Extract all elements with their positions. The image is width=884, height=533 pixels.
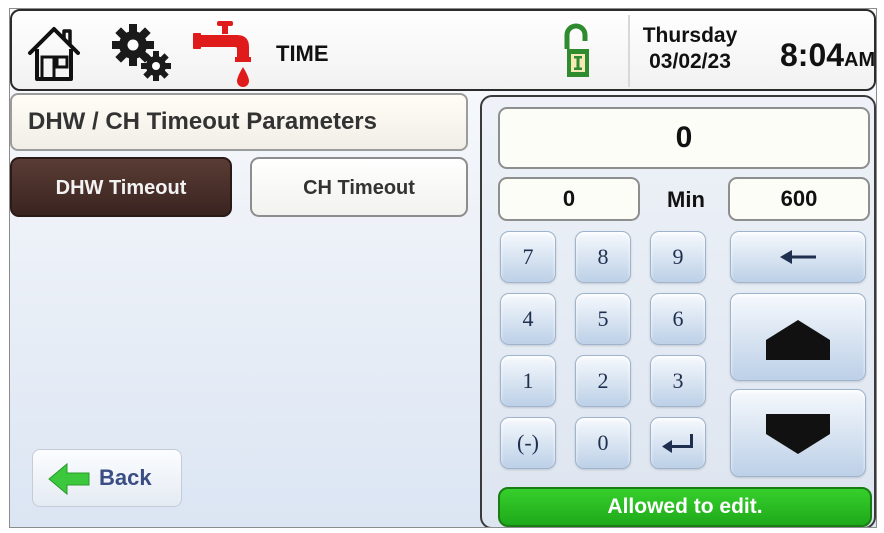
home-icon[interactable] bbox=[26, 23, 82, 83]
range-min-value: 0 bbox=[498, 177, 640, 221]
gears-icon[interactable] bbox=[108, 21, 174, 83]
key-5[interactable]: 5 bbox=[575, 293, 631, 345]
header-divider bbox=[628, 15, 630, 87]
enter-arrow-icon bbox=[651, 418, 705, 468]
key-7[interactable]: 7 bbox=[500, 231, 556, 283]
date-display: Thursday 03/02/23 bbox=[632, 23, 748, 75]
page-title: TIME bbox=[276, 41, 329, 66]
clock-ampm: AM bbox=[844, 49, 876, 71]
range-unit: Min bbox=[667, 187, 705, 212]
keypad-panel: 0 0 Min 600 7 8 9 4 5 6 1 2 3 (-) 0 Allo… bbox=[480, 95, 876, 527]
range-max-value: 600 bbox=[728, 177, 870, 221]
key-9[interactable]: 9 bbox=[650, 231, 706, 283]
key-4[interactable]: 4 bbox=[500, 293, 556, 345]
enter-button[interactable] bbox=[650, 417, 706, 469]
screen: TIME Thursday 03/02/23 8:04AM DHW / CH T… bbox=[9, 8, 877, 528]
key-6[interactable]: 6 bbox=[650, 293, 706, 345]
back-button[interactable]: Back bbox=[32, 449, 182, 507]
key-8[interactable]: 8 bbox=[575, 231, 631, 283]
backspace-button[interactable] bbox=[730, 231, 866, 283]
key-0[interactable]: 0 bbox=[575, 417, 631, 469]
decrement-button[interactable] bbox=[730, 389, 866, 477]
faucet-icon[interactable] bbox=[193, 17, 253, 89]
key-2[interactable]: 2 bbox=[575, 355, 631, 407]
day-label: Thursday bbox=[642, 24, 738, 47]
tab-ch-timeout[interactable]: CH Timeout bbox=[250, 157, 468, 217]
key-negative[interactable]: (-) bbox=[500, 417, 556, 469]
tab-dhw-timeout[interactable]: DHW Timeout bbox=[10, 157, 232, 217]
down-arrow-icon bbox=[731, 390, 865, 476]
increment-button[interactable] bbox=[730, 293, 866, 381]
up-arrow-icon bbox=[731, 294, 865, 380]
value-display: 0 bbox=[498, 107, 870, 169]
back-label: Back bbox=[99, 465, 152, 490]
unlocked-padlock-icon[interactable] bbox=[562, 23, 592, 79]
clock-time: 8:04 bbox=[780, 37, 845, 73]
header-bar: TIME Thursday 03/02/23 8:04AM bbox=[10, 9, 876, 91]
key-3[interactable]: 3 bbox=[650, 355, 706, 407]
backspace-arrow-icon bbox=[731, 232, 865, 282]
section-title: DHW / CH Timeout Parameters bbox=[10, 93, 468, 151]
key-1[interactable]: 1 bbox=[500, 355, 556, 407]
clock: 8:04AM bbox=[780, 37, 875, 74]
date-label: 03/02/23 bbox=[649, 50, 731, 73]
edit-status-banner: Allowed to edit. bbox=[498, 487, 872, 527]
back-arrow-icon bbox=[47, 462, 91, 496]
